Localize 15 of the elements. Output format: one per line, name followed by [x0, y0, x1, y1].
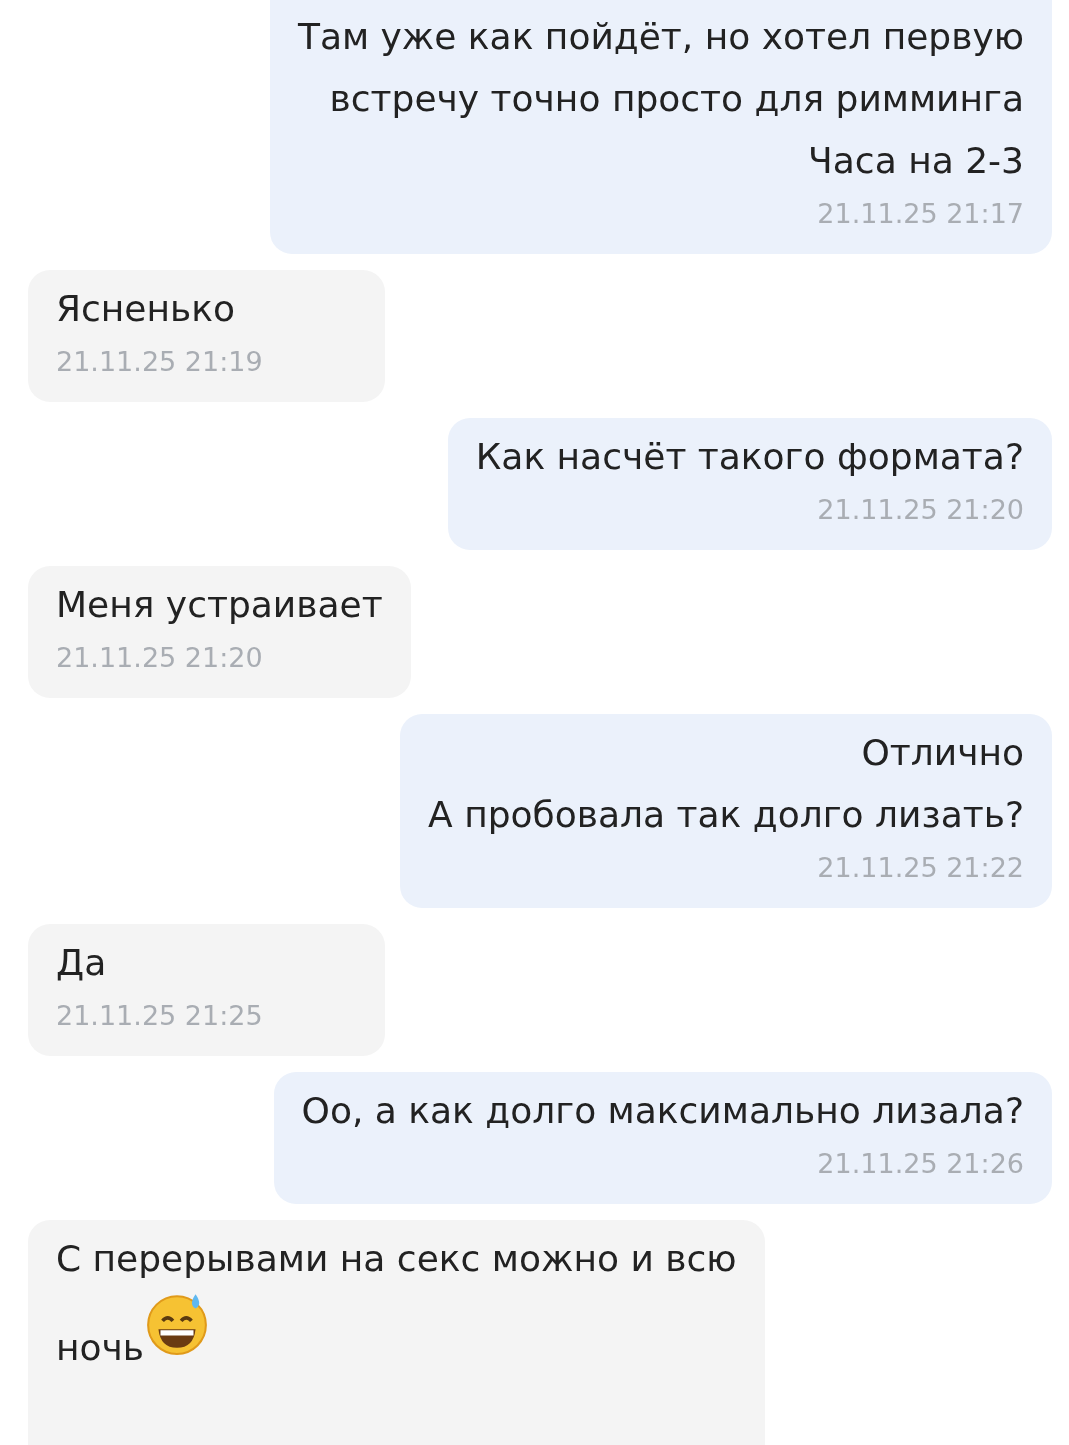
- message-time: 21.11.25 21:25: [56, 999, 263, 1033]
- message-text: Оо, а как долго максимально лизала?: [301, 1089, 1024, 1133]
- message-text: Как насчёт такого формата?: [475, 435, 1024, 479]
- message-time: 21.11.25 21:19: [56, 345, 263, 379]
- message-time: 21.11.25 21:22: [817, 851, 1024, 885]
- message-time: 21.11.25 21:17: [817, 197, 1024, 231]
- message-text: Отлично А пробовала так долго лизать?: [428, 731, 1024, 837]
- message-text: С перерывами на секс можно и всю ночь: [56, 1237, 737, 1370]
- message-time: 21.11.25 21:20: [56, 641, 263, 675]
- message-time: 21.11.25 21:26: [817, 1147, 1024, 1181]
- message-text: Ясненько: [56, 287, 235, 331]
- message-text: Там уже как пойдёт, но хотел первую встречу точно просто для римминга Часа на 2-3: [297, 15, 1024, 183]
- message-text: Меня устраивает: [56, 583, 383, 627]
- message-time: 21.11.25 21:20: [817, 493, 1024, 527]
- message-text: Да: [56, 941, 107, 985]
